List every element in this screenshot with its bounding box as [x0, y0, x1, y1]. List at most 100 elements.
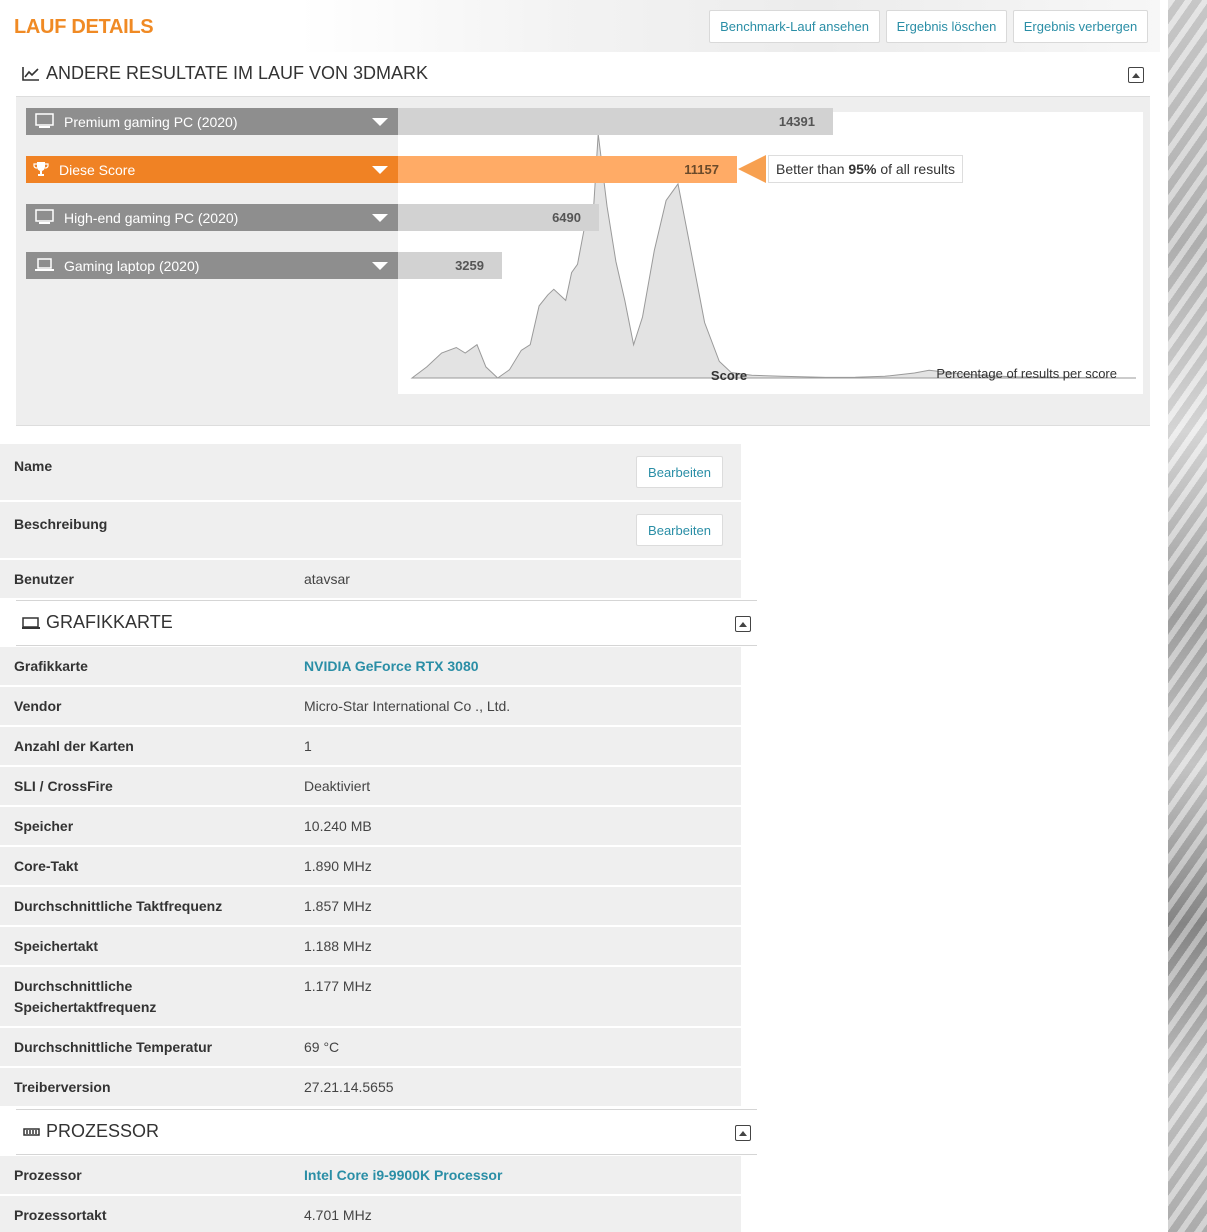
table-row: Durchschnittliche Taktfrequenz 1.857 MHz	[0, 887, 741, 927]
table-row: Durchschnittliche Speichertaktfrequenz 1.1…	[0, 967, 741, 1028]
row-key: Name	[14, 458, 53, 474]
compare-value: 6490	[552, 210, 581, 225]
table-row: Anzahl der Karten 1	[0, 727, 741, 767]
compare-dropdown-mine[interactable]: Diese Score	[26, 156, 398, 183]
compare-label: Diese Score	[59, 161, 136, 178]
tooltip-suffix: of all results	[880, 161, 956, 177]
divider	[16, 1154, 757, 1155]
row-value: Deaktiviert	[304, 778, 371, 794]
compare-bar: 11157	[398, 156, 737, 183]
background-image	[1168, 0, 1207, 1232]
table-row: Core-Takt 1.890 MHz	[0, 847, 741, 887]
table-row: Durchschnittliche Temperatur 69 °C	[0, 1028, 741, 1068]
page-title: LAUF DETAILS	[14, 16, 154, 38]
trophy-icon	[33, 162, 49, 176]
edit-name-button[interactable]: Bearbeiten	[636, 456, 723, 488]
compare-label: Gaming laptop (2020)	[64, 257, 200, 274]
table-row: Treiberversion 27.21.14.5655	[0, 1068, 741, 1108]
monitor-icon	[22, 616, 40, 629]
table-row: Prozessortakt 4.701 MHz	[0, 1196, 741, 1232]
percentile-tooltip: Better than 95% of all results	[768, 155, 964, 183]
cpu-section-title: PROZESSOR	[46, 1121, 160, 1141]
desktop-icon	[35, 113, 54, 128]
compare-value: 3259	[455, 258, 484, 273]
view-run-button[interactable]: Benchmark-Lauf ansehen	[709, 10, 880, 43]
row-value: 1.188 MHz	[304, 938, 372, 954]
row-value: 1.177 MHz	[304, 978, 372, 994]
tooltip-arrow	[738, 155, 766, 183]
compare-bar: 3259	[398, 252, 502, 279]
info-row-name: Name Bearbeiten	[0, 444, 741, 502]
row-value: Micro-Star International Co ., Ltd.	[304, 698, 511, 714]
cpu-section-header: PROZESSOR	[22, 1121, 159, 1142]
row-key: Grafikkarte	[14, 658, 88, 674]
compare-section-title: ANDERE RESULTATE IM LAUF VON 3DMARK	[46, 63, 429, 83]
row-value: 1.890 MHz	[304, 858, 372, 874]
hide-result-button[interactable]: Ergebnis verbergen	[1013, 10, 1148, 43]
tooltip-prefix: Better than	[776, 161, 845, 177]
row-key: Prozessortakt	[14, 1207, 107, 1223]
compare-value: 14391	[778, 114, 815, 129]
divider	[16, 1109, 757, 1110]
table-row: Vendor Micro-Star International Co ., Ltd…	[0, 687, 741, 727]
cpu-icon	[23, 1127, 40, 1136]
row-value: 1.857 MHz	[304, 898, 372, 914]
row-key: Speicher	[14, 818, 74, 834]
collapse-gpu-icon[interactable]	[735, 616, 751, 632]
chevron-down-icon	[372, 214, 388, 222]
compare-bar: 6490	[398, 204, 599, 231]
laptop-icon	[35, 258, 54, 271]
desktop-icon	[35, 209, 54, 224]
compare-dropdown-laptop[interactable]: Gaming laptop (2020)	[26, 252, 398, 279]
compare-section-header: ANDERE RESULTATE IM LAUF VON 3DMARK	[22, 63, 428, 84]
edit-description-button[interactable]: Bearbeiten	[636, 514, 723, 546]
collapse-compare-icon[interactable]	[1128, 67, 1144, 83]
table-row: SLI / CrossFire Deaktiviert	[0, 767, 741, 807]
row-key: Durchschnittliche	[14, 978, 133, 994]
row-key: Core-Takt	[14, 858, 79, 874]
table-row: Prozessor Intel Core i9-9900K Processor	[0, 1156, 741, 1196]
row-key: SLI / CrossFire	[14, 778, 113, 794]
tooltip-percent: 95%	[848, 161, 877, 177]
x-axis-label: Score	[711, 368, 747, 383]
table-row: Grafikkarte NVIDIA GeForce RTX 3080	[0, 647, 741, 687]
row-key-cont: Speichertaktfrequenz	[14, 999, 157, 1015]
row-value-link[interactable]: NVIDIA GeForce RTX 3080	[304, 656, 479, 677]
row-value: 27.21.14.5655	[304, 1079, 394, 1095]
chevron-down-icon	[372, 166, 388, 174]
info-row-description: Beschreibung Bearbeiten	[0, 502, 741, 560]
table-row: Speichertakt 1.188 MHz	[0, 927, 741, 967]
gpu-section-header: GRAFIKKARTE	[22, 612, 173, 633]
row-value: 69 °C	[304, 1039, 340, 1055]
gpu-section-title: GRAFIKKARTE	[46, 612, 173, 632]
row-value: 10.240 MB	[304, 818, 372, 834]
row-key: Prozessor	[14, 1167, 82, 1183]
collapse-cpu-icon[interactable]	[735, 1125, 751, 1141]
chevron-down-icon	[372, 118, 388, 126]
row-key: Anzahl der Karten	[14, 738, 134, 754]
chart-icon	[22, 66, 39, 81]
delete-result-button[interactable]: Ergebnis löschen	[886, 10, 1007, 43]
row-key: Beschreibung	[14, 516, 108, 532]
compare-bar: 14391	[398, 108, 833, 135]
chevron-down-icon	[372, 262, 388, 270]
divider	[16, 645, 757, 646]
divider	[16, 600, 757, 601]
row-key: Durchschnittliche Taktfrequenz	[14, 898, 223, 914]
row-key: Speichertakt	[14, 938, 99, 954]
table-row: Speicher 10.240 MB	[0, 807, 741, 847]
compare-panel: 2000400060008000100001200014000160001800…	[16, 96, 1150, 426]
row-key: Durchschnittliche Temperatur	[14, 1039, 213, 1055]
user-link[interactable]: atavsar	[304, 569, 350, 590]
compare-label: High-end gaming PC (2020)	[64, 209, 239, 226]
info-row-user: Benutzer atavsar	[0, 560, 741, 600]
compare-value: 11157	[684, 162, 719, 177]
y-axis-label: Percentage of results per score	[936, 366, 1117, 381]
row-key: Benutzer	[14, 571, 74, 587]
row-value-link[interactable]: Intel Core i9-9900K Processor	[304, 1165, 502, 1186]
compare-dropdown-highend[interactable]: High-end gaming PC (2020)	[26, 204, 398, 231]
row-value: 1	[304, 738, 312, 754]
row-value: 4.701 MHz	[304, 1207, 372, 1223]
compare-label: Premium gaming PC (2020)	[64, 113, 238, 130]
compare-dropdown-premium[interactable]: Premium gaming PC (2020)	[26, 108, 398, 135]
